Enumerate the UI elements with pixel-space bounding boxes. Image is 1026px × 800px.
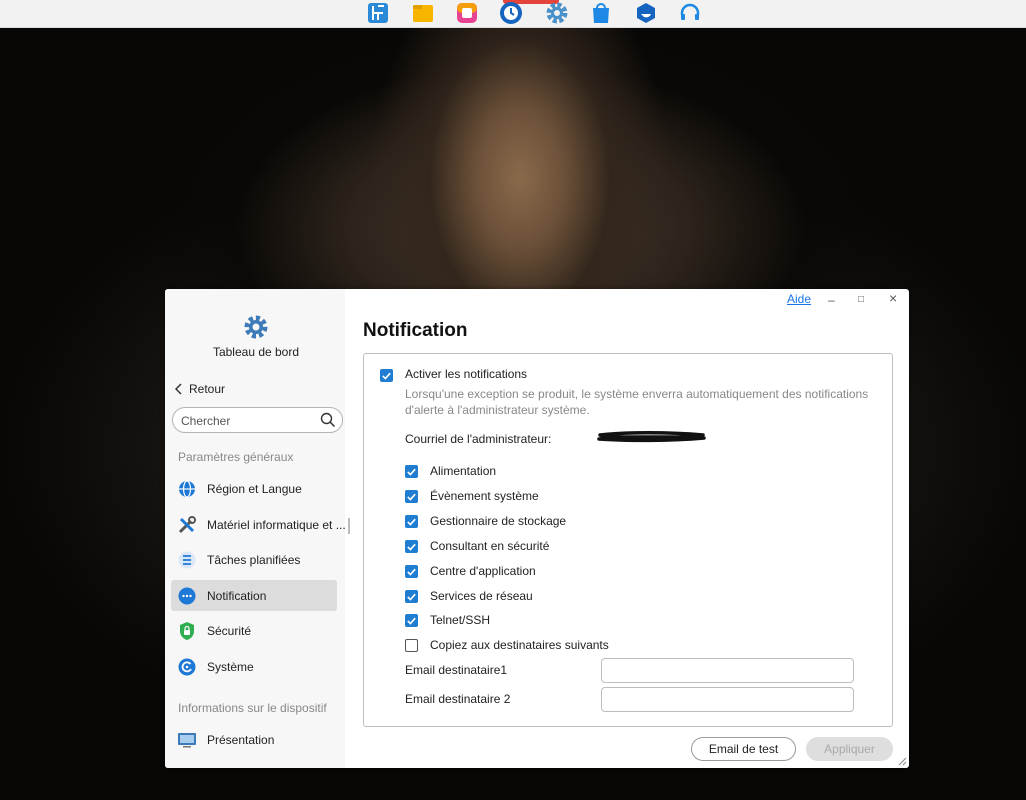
sidebar-item-hardware[interactable]: Matériel informatique et ...	[171, 509, 346, 540]
category-label: Services de réseau	[430, 589, 533, 603]
category-checkbox[interactable]	[405, 465, 418, 478]
category-label: Centre d'application	[430, 564, 536, 578]
page-title: Notification	[363, 320, 468, 341]
enable-notifications-checkbox[interactable]	[380, 369, 393, 382]
sidebar: Tableau de bord Retour Paramètres généra…	[165, 289, 346, 768]
sidebar-scrollbar[interactable]	[348, 518, 350, 534]
category-checkbox[interactable]	[405, 614, 418, 627]
settings-icon[interactable]	[545, 1, 569, 25]
section-device: Informations sur le dispositif	[178, 701, 327, 715]
photos-icon[interactable]	[455, 1, 479, 25]
file-manager-icon[interactable]	[411, 1, 435, 25]
category-label: Consultant en sécurité	[430, 539, 550, 553]
close-button[interactable]: ×	[889, 290, 897, 306]
notification-description: Lorsqu'une exception se produit, le syst…	[405, 387, 869, 417]
admin-email-label: Courriel de l'administrateur:	[405, 432, 552, 446]
category-label: Alimentation	[430, 464, 497, 478]
clock-icon[interactable]	[499, 1, 523, 25]
copy-recipients-label: Copiez aux destinataires suivants	[430, 638, 609, 652]
sidebar-item-label: Matériel informatique et ...	[207, 517, 346, 532]
recipient1-label: Email destinataire1	[405, 663, 508, 677]
category-checkbox[interactable]	[405, 540, 418, 553]
monitor-icon	[177, 730, 197, 750]
recipient2-email-field[interactable]	[601, 687, 854, 712]
back-label: Retour	[189, 382, 226, 396]
apply-button[interactable]: Appliquer	[806, 737, 893, 761]
resize-grip-icon[interactable]	[897, 756, 907, 766]
sidebar-item-overview[interactable]: Présentation	[171, 724, 337, 755]
sidebar-item-label: Notification	[207, 588, 267, 603]
search-input[interactable]	[181, 412, 311, 429]
support-icon[interactable]	[678, 1, 702, 25]
control-panel-window: Tableau de bord Retour Paramètres généra…	[165, 289, 909, 768]
app-center-icon[interactable]	[589, 1, 613, 25]
sidebar-item-notification[interactable]: Notification	[171, 580, 337, 611]
control-panel-icon[interactable]	[366, 1, 390, 25]
category-checkbox[interactable]	[405, 590, 418, 603]
system-icon	[177, 657, 197, 677]
notification-settings-panel: Activer les notifications Lorsqu'une exc…	[363, 353, 893, 727]
enable-notifications-label: Activer les notifications	[405, 367, 528, 381]
taskbar	[0, 0, 1026, 28]
tools-icon	[177, 515, 197, 535]
sidebar-item-label: Région et Langue	[207, 481, 302, 496]
test-email-button[interactable]: Email de test	[691, 737, 796, 761]
category-label: Telnet/SSH	[430, 613, 491, 627]
back-button[interactable]: Retour	[175, 382, 225, 396]
category-checkbox[interactable]	[405, 565, 418, 578]
copy-recipients-checkbox[interactable]	[405, 639, 418, 652]
category-label: Évènement système	[430, 489, 539, 503]
docker-icon[interactable]	[634, 1, 658, 25]
task-list-icon	[177, 550, 197, 570]
gear-icon	[243, 314, 269, 340]
chat-bubble-icon	[177, 586, 197, 606]
category-checkbox[interactable]	[405, 490, 418, 503]
search-box	[172, 407, 343, 433]
recipient2-label: Email destinataire 2	[405, 692, 511, 706]
sidebar-item-system[interactable]: Système	[171, 651, 337, 682]
maximize-button[interactable]: □	[858, 294, 864, 305]
sidebar-item-label: Présentation	[207, 732, 275, 747]
sidebar-item-label: Tâches planifiées	[207, 552, 301, 567]
redacted-email	[597, 431, 706, 443]
sidebar-item-security[interactable]: Sécurité	[171, 615, 337, 646]
minimize-button[interactable]: –	[828, 293, 835, 307]
help-link[interactable]: Aide	[787, 292, 811, 306]
sidebar-item-label: Système	[207, 659, 254, 674]
category-label: Gestionnaire de stockage	[430, 514, 567, 528]
globe-icon	[177, 479, 197, 499]
sidebar-item-label: Sécurité	[207, 623, 252, 638]
app-title: Tableau de bord	[212, 345, 300, 359]
recipient1-email-field[interactable]	[601, 658, 854, 683]
section-general: Paramètres généraux	[178, 450, 294, 464]
sidebar-item-region[interactable]: Région et Langue	[171, 473, 337, 504]
chevron-left-icon	[175, 383, 182, 395]
search-icon[interactable]	[320, 412, 336, 428]
shield-icon	[177, 621, 197, 641]
sidebar-item-tasks[interactable]: Tâches planifiées	[171, 544, 337, 575]
category-checkbox[interactable]	[405, 515, 418, 528]
